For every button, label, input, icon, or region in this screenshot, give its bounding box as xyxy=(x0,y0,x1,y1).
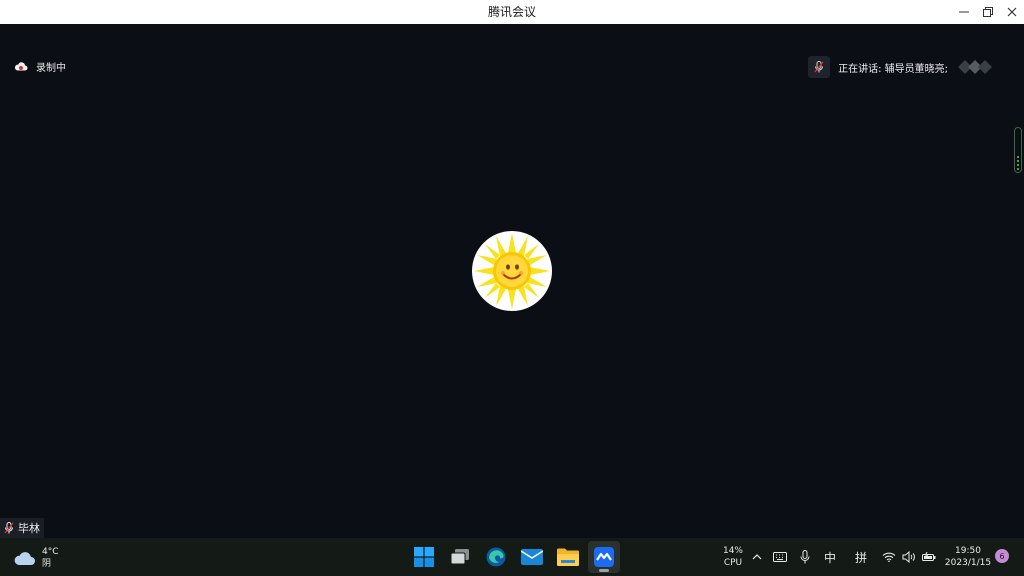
ime-mode-button[interactable]: 拼 xyxy=(850,538,872,576)
task-view-icon xyxy=(450,549,469,565)
weather-widget[interactable]: 4°C 阴 xyxy=(14,544,59,572)
title-bar: 腾讯会议 xyxy=(0,0,1024,24)
file-explorer-icon xyxy=(557,548,579,566)
notification-badge[interactable]: 6 xyxy=(995,549,1009,563)
minimize-button[interactable] xyxy=(952,0,976,24)
clock-time: 19:50 xyxy=(955,546,981,556)
battery-icon xyxy=(922,552,936,561)
participant-avatar[interactable] xyxy=(472,231,552,311)
volume-icon xyxy=(902,551,915,563)
edge-button[interactable] xyxy=(480,541,512,573)
cpu-percent: 14% xyxy=(722,546,743,556)
clock-date: 2023/1/15 xyxy=(944,558,992,568)
restore-button[interactable] xyxy=(976,0,1000,24)
volume-meter[interactable] xyxy=(1014,127,1022,173)
task-view-button[interactable] xyxy=(444,541,476,573)
minimize-icon xyxy=(959,11,969,13)
cpu-monitor[interactable]: 14% CPU xyxy=(718,538,748,576)
taskbar: 4°C 阴 14% CPU 中 拼 19:50 2023/1/15 6 xyxy=(0,538,1024,576)
speaking-indicator: 正在讲话: 辅导员董晓亮; xyxy=(808,56,996,78)
microphone-button[interactable] xyxy=(796,538,814,576)
mail-icon xyxy=(521,549,543,565)
sun-avatar-icon xyxy=(474,233,550,309)
weather-temperature: 4°C xyxy=(42,547,59,557)
speaker-mic xyxy=(808,56,831,78)
quick-settings-button[interactable] xyxy=(882,538,936,576)
start-button[interactable] xyxy=(408,541,440,573)
chevron-up-icon xyxy=(752,554,762,560)
mic-muted-icon xyxy=(814,61,824,73)
ime-language-button[interactable]: 中 xyxy=(820,538,840,576)
tencent-meeting-button[interactable] xyxy=(588,541,620,573)
mail-button[interactable] xyxy=(516,541,548,573)
mic-muted-icon xyxy=(4,522,14,534)
window-title: 腾讯会议 xyxy=(487,5,536,19)
mic-icon xyxy=(800,550,810,564)
file-explorer-button[interactable] xyxy=(552,541,584,573)
keyboard-icon xyxy=(773,552,787,562)
cloud-icon xyxy=(14,62,28,71)
taskbar-apps xyxy=(408,541,620,573)
redacted-mark xyxy=(958,60,992,74)
weather-condition: 阴 xyxy=(42,559,52,569)
windows-start-icon xyxy=(414,547,434,567)
meeting-stage: 录制中 正在讲话: 辅导员董晓亮; 毕林 xyxy=(0,24,1024,538)
cloud-icon xyxy=(14,552,36,565)
speaking-label: 正在讲话: 辅导员董晓亮; xyxy=(838,63,948,75)
touch-keyboard-button[interactable] xyxy=(770,538,790,576)
tencent-meeting-icon xyxy=(594,547,614,567)
show-hidden-icons-button[interactable] xyxy=(748,538,766,576)
restore-icon xyxy=(983,7,993,17)
wifi-icon xyxy=(882,552,896,562)
cpu-label: CPU xyxy=(723,558,743,568)
recording-label: 录制中 xyxy=(36,62,66,74)
clock[interactable]: 19:50 2023/1/15 xyxy=(944,538,992,576)
close-icon xyxy=(1007,7,1017,17)
edge-icon xyxy=(486,547,506,567)
close-button[interactable] xyxy=(1000,0,1024,24)
participant-name: 毕林 xyxy=(18,522,40,535)
recording-indicator[interactable]: 录制中 xyxy=(14,58,66,74)
participant-name-badge: 毕林 xyxy=(0,518,44,538)
